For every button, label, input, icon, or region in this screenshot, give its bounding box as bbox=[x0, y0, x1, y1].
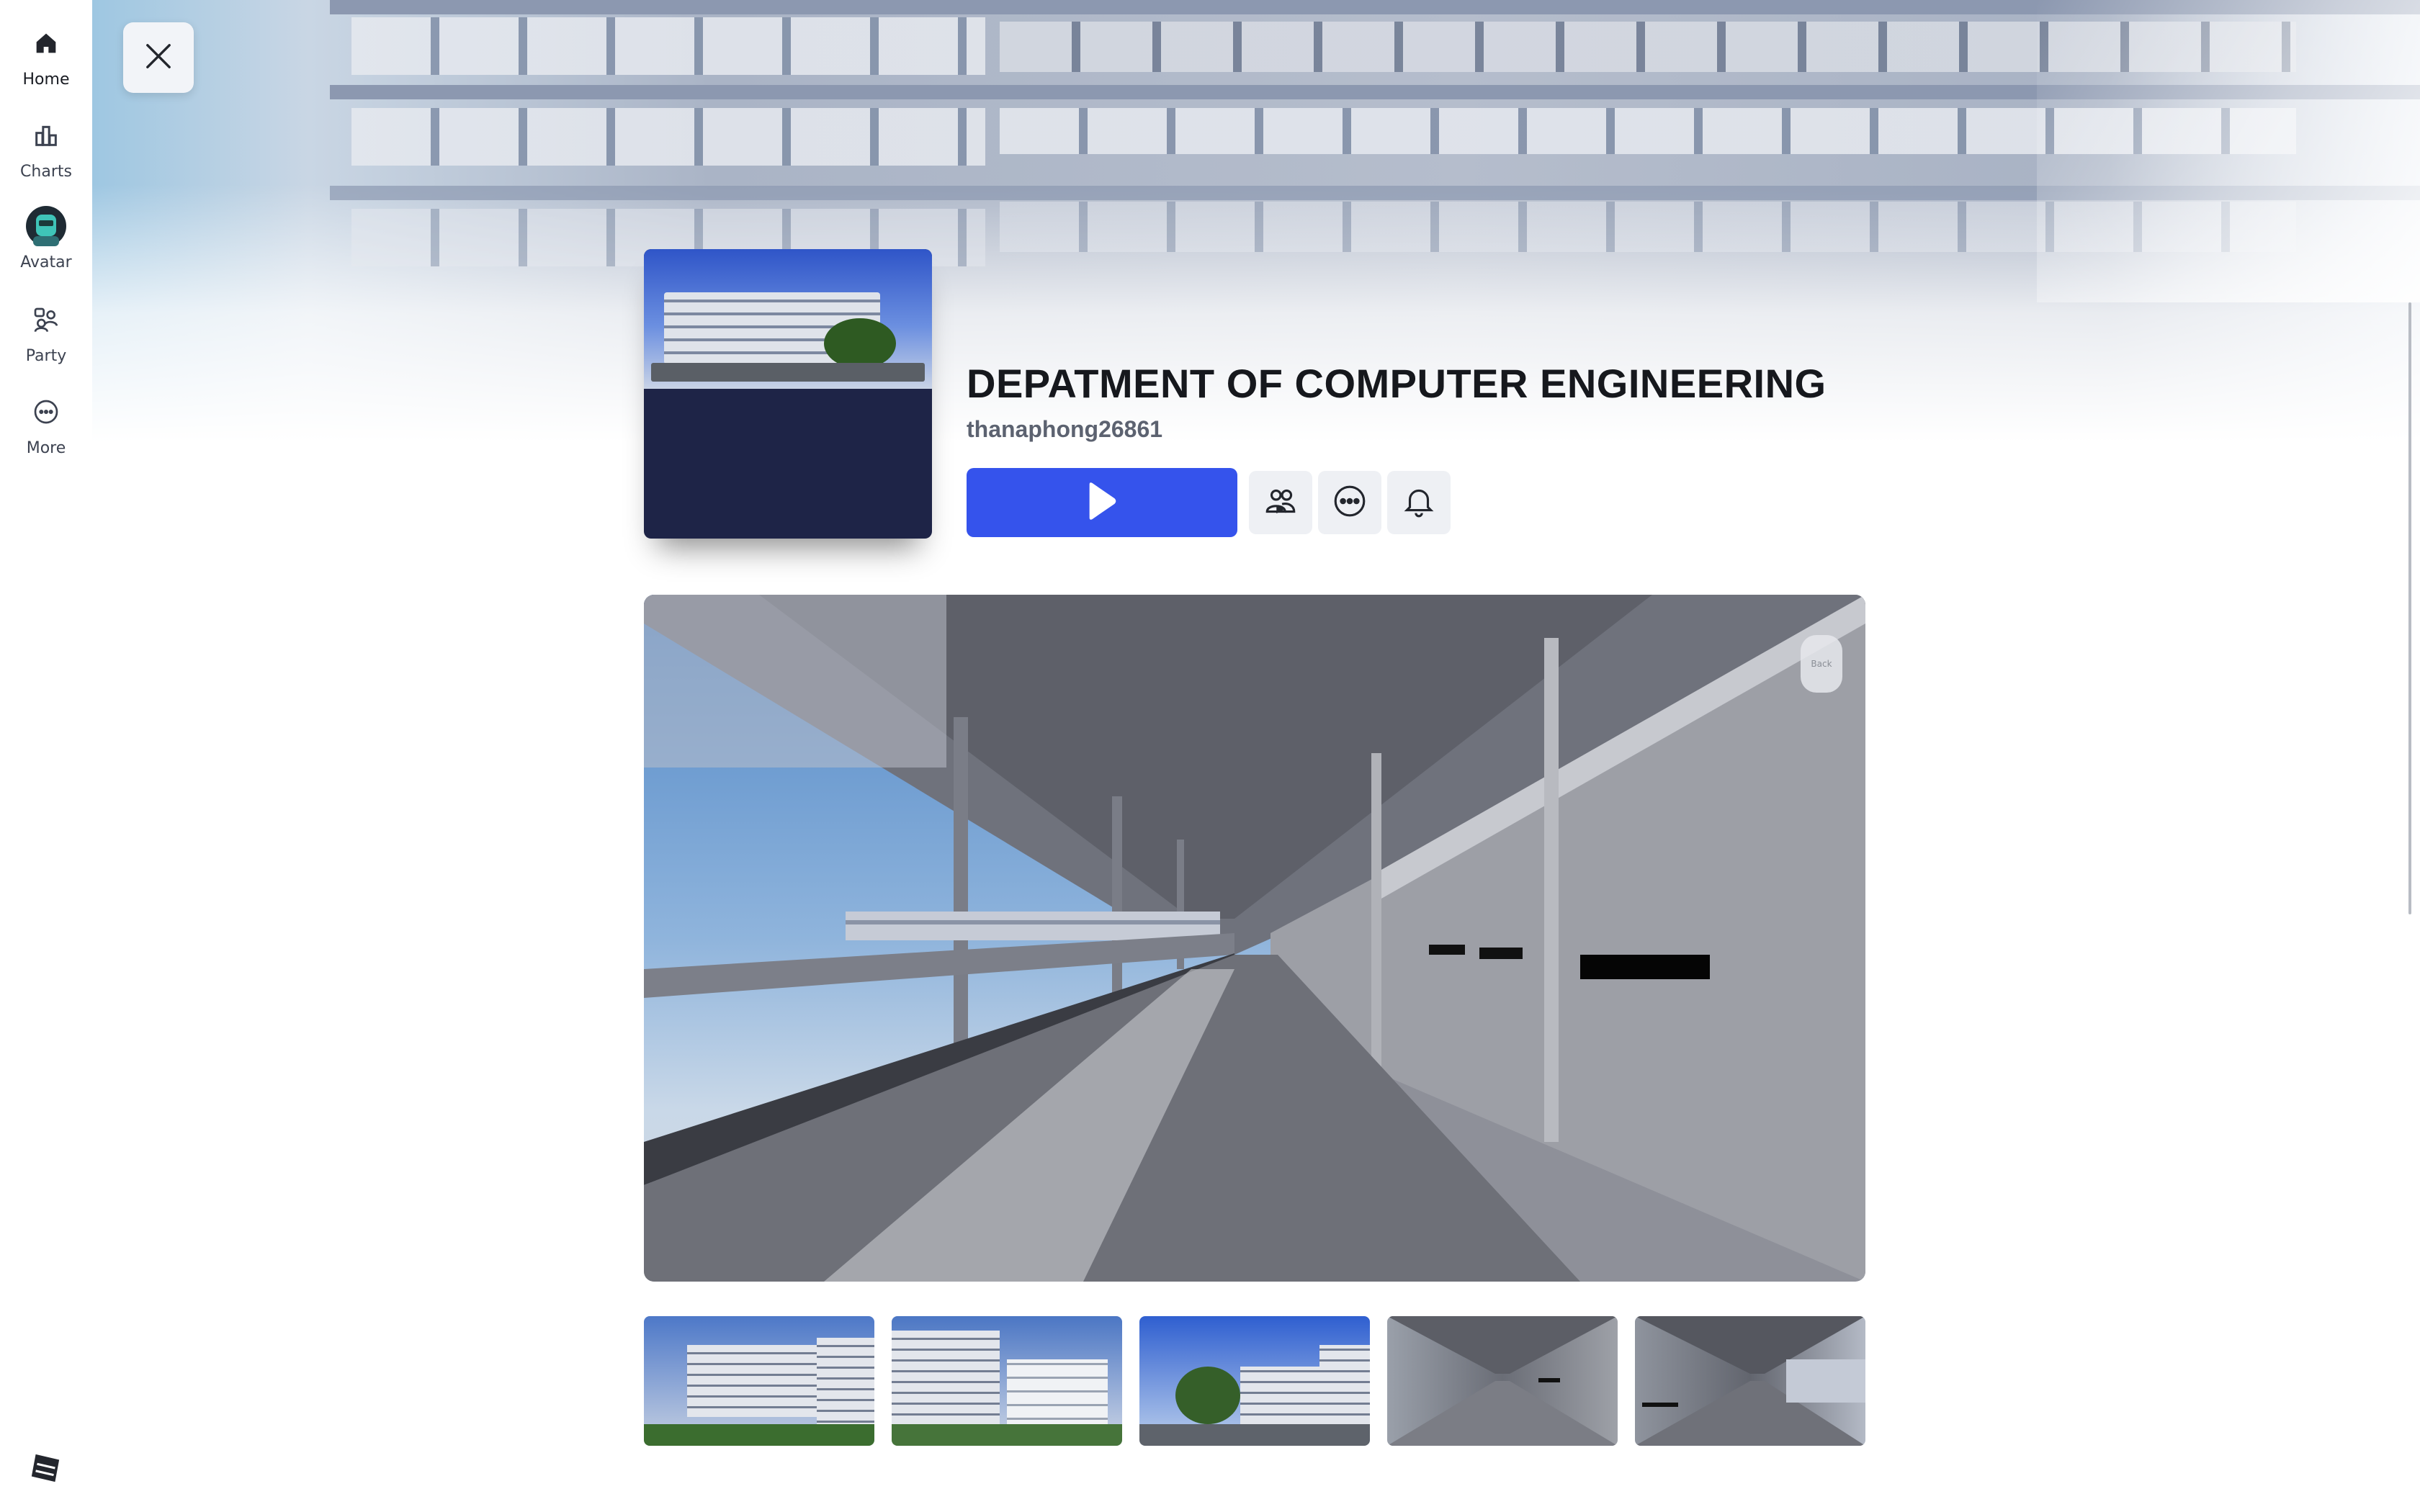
creator-link[interactable]: thanaphong26861 bbox=[967, 416, 1162, 443]
close-icon bbox=[140, 37, 177, 78]
media-thumbnail-4[interactable] bbox=[1387, 1316, 1618, 1446]
roblox-logo-icon[interactable] bbox=[29, 1452, 62, 1485]
notify-button[interactable] bbox=[1387, 471, 1451, 534]
ellipsis-icon bbox=[1332, 483, 1368, 522]
nav-label-home: Home bbox=[22, 71, 70, 89]
nav-item-home[interactable]: Home bbox=[0, 20, 92, 107]
home-icon bbox=[26, 23, 66, 63]
friends-icon bbox=[1263, 483, 1299, 522]
viewer-back-chip[interactable]: Back bbox=[1801, 635, 1842, 693]
nav-item-more[interactable]: More bbox=[0, 389, 92, 475]
more-options-button[interactable] bbox=[1318, 471, 1381, 534]
nav-label-more: More bbox=[26, 439, 66, 457]
game-title: DEPATMENT OF COMPUTER ENGINEERING bbox=[967, 361, 1827, 406]
play-icon bbox=[1085, 482, 1119, 523]
bell-icon bbox=[1401, 483, 1437, 522]
media-thumbnail-2[interactable] bbox=[892, 1316, 1122, 1446]
charts-icon bbox=[26, 115, 66, 156]
media-viewer[interactable]: Back bbox=[644, 595, 1865, 1282]
more-icon bbox=[26, 392, 66, 432]
party-icon bbox=[26, 300, 66, 340]
media-thumbnail-5[interactable] bbox=[1635, 1316, 1865, 1446]
play-button[interactable] bbox=[967, 468, 1237, 537]
nav-item-charts[interactable]: Charts bbox=[0, 112, 92, 199]
media-thumbnail-1[interactable] bbox=[644, 1316, 874, 1446]
game-detail-page: Home Charts Avatar Party More DEPATMENT … bbox=[0, 0, 2420, 1512]
nav-label-party: Party bbox=[25, 347, 67, 365]
nav-item-avatar[interactable]: Avatar bbox=[0, 203, 92, 289]
play-with-friends-button[interactable] bbox=[1249, 471, 1312, 534]
nav-label-avatar: Avatar bbox=[20, 253, 72, 271]
nav-item-party[interactable]: Party bbox=[0, 297, 92, 383]
media-thumbnail-3[interactable] bbox=[1139, 1316, 1370, 1446]
avatar-icon bbox=[26, 206, 66, 246]
close-button[interactable] bbox=[123, 22, 194, 93]
left-nav: Home Charts Avatar Party More bbox=[0, 0, 92, 1512]
page-scrollbar[interactable] bbox=[2408, 302, 2411, 914]
nav-label-charts: Charts bbox=[20, 163, 72, 181]
game-thumbnail bbox=[644, 249, 932, 539]
viewer-back-label: Back bbox=[1811, 659, 1832, 669]
